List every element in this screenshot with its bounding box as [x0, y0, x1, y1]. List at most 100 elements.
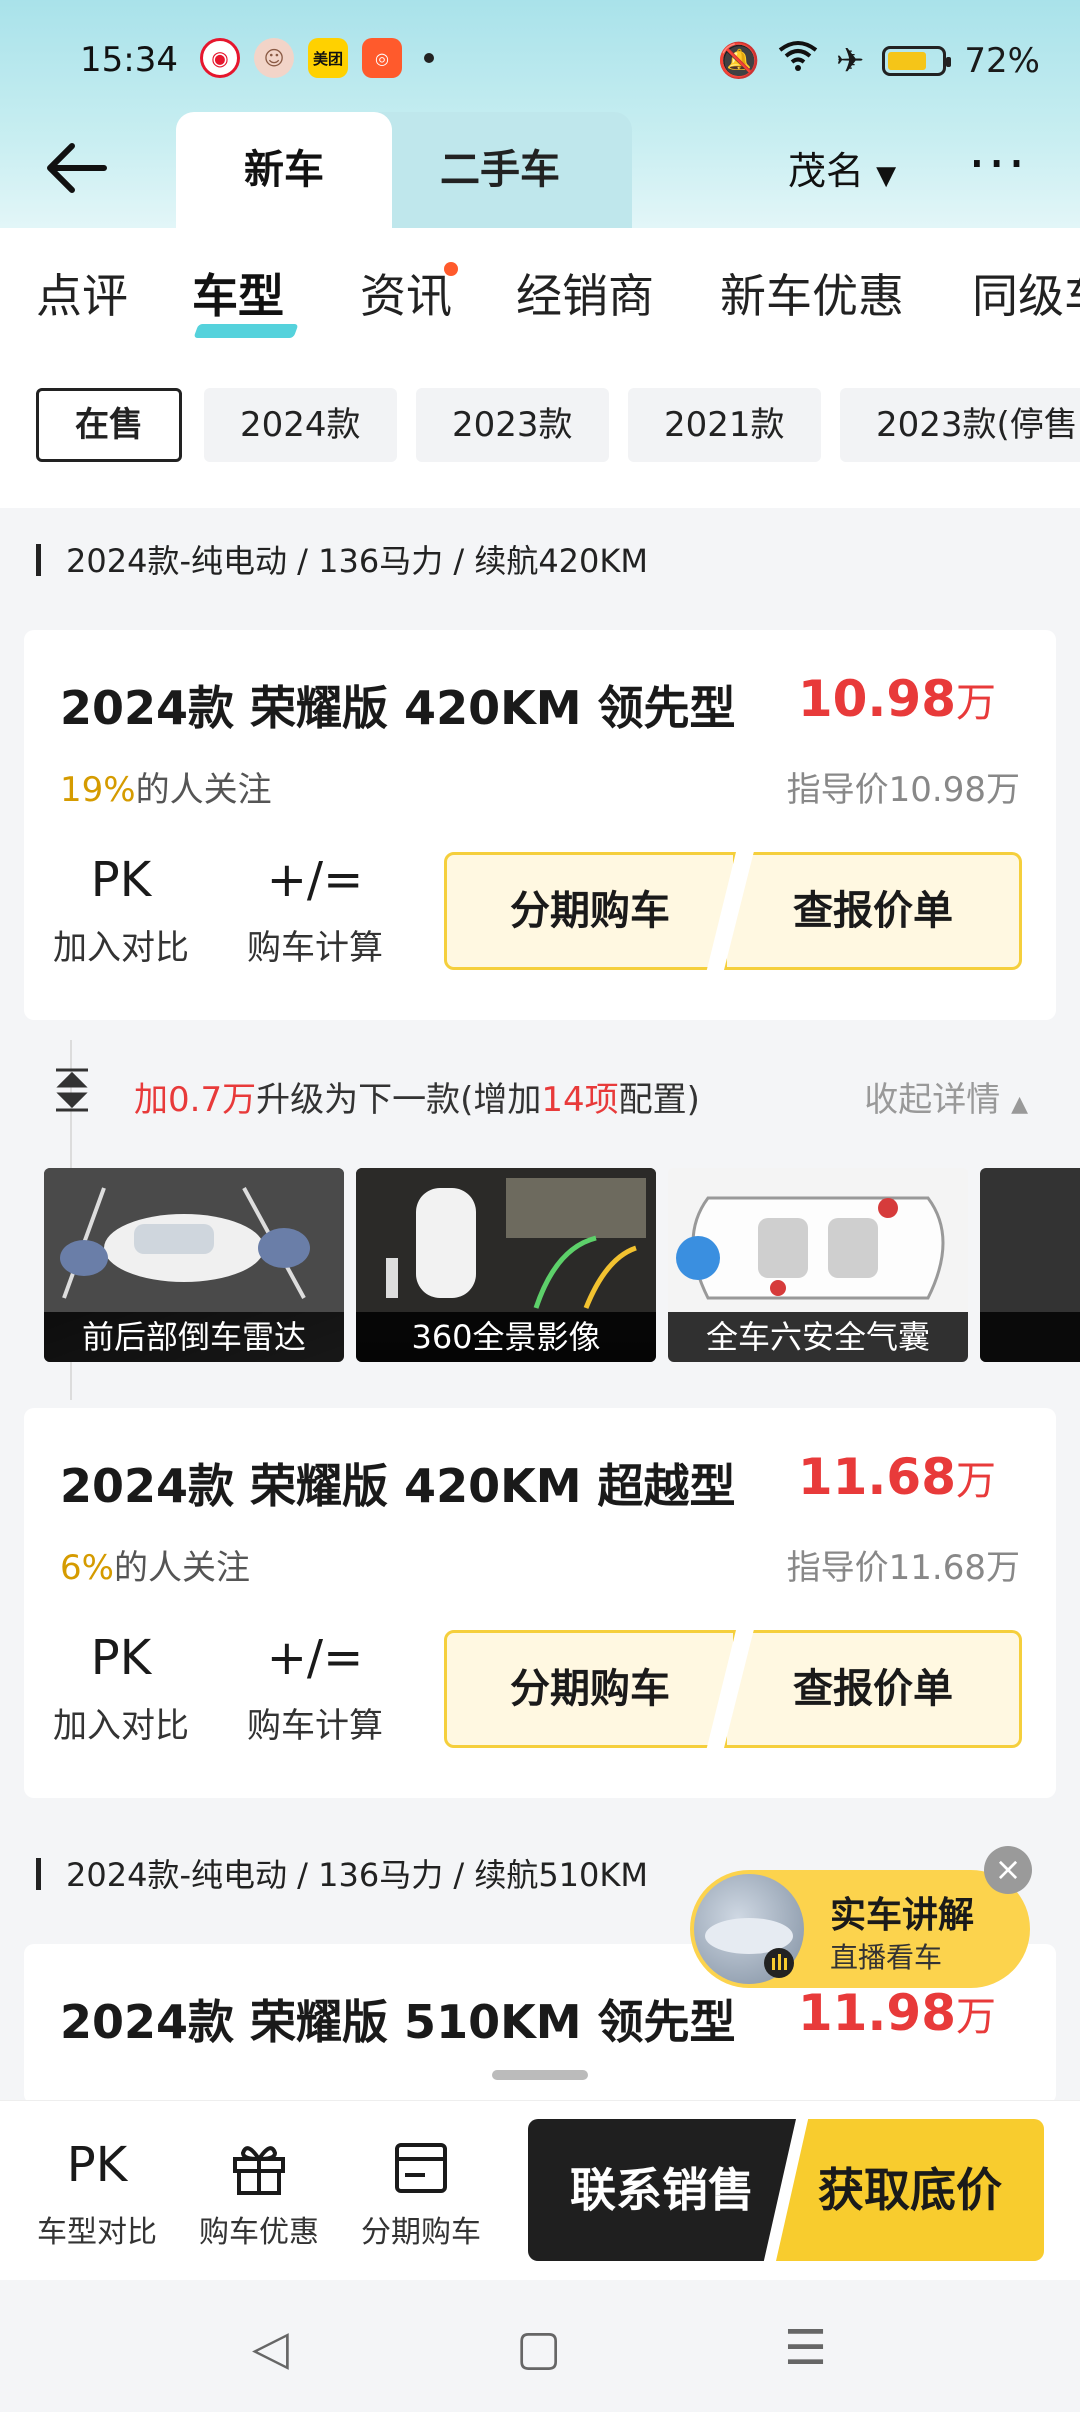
trim-name: 2024款 荣耀版 510KM 领先型 [60, 1995, 736, 2049]
section-title: 2024款-纯电动 / 136马力 / 续航510KM [36, 1850, 648, 1896]
add-compare-label: 加入对比 [53, 928, 189, 968]
more-menu-button[interactable]: ··· [968, 132, 1027, 197]
car-calculator-button[interactable]: +/= 购车计算 [240, 1630, 390, 1747]
nav-menu-icon[interactable]: ☰ [784, 2320, 827, 2376]
price-value: 11.68 [797, 1448, 956, 1506]
purchase-offers-label: 购车优惠 [199, 2215, 319, 2250]
avatar-icon: ☺ [254, 38, 294, 78]
add-compare-button[interactable]: PK 加入对比 [46, 852, 196, 969]
purchase-offers-button[interactable]: 购车优惠 [184, 2137, 334, 2251]
upgrade-hint: 加0.7万升级为下一款(增加14项配置) [134, 1072, 700, 1121]
get-quote-button[interactable]: 查报价单 [724, 1630, 1022, 1748]
header: 新车 二手车 茂名 ▼ ··· [0, 112, 1080, 228]
get-lowest-price-button[interactable]: 获取底价 [776, 2119, 1044, 2261]
status-bar: 15:34 ◉ ☺ 美团 ◎ 🔕 ✈ 72% [0, 30, 1080, 96]
trim-name: 2024款 荣耀版 420KM 超越型 [60, 1459, 736, 1513]
meituan-icon: 美团 [308, 38, 348, 78]
city-label: 茂名 [788, 149, 865, 193]
add-compare-button[interactable]: PK 加入对比 [46, 1630, 196, 1747]
nav-back-icon[interactable]: ◁ [252, 2320, 289, 2376]
trim-price: 11.68万 [798, 1448, 996, 1506]
installment-button[interactable]: 分期购车 [444, 1630, 736, 1748]
attention-percent: 19% [60, 770, 136, 810]
parking-radar-image [44, 1168, 344, 1312]
upgrade-feature-count: 14项 [541, 1080, 619, 1120]
feature-thumbnail[interactable] [980, 1168, 1080, 1362]
mute-icon: 🔕 [717, 40, 760, 81]
bottom-action-bar: PK 车型对比 购车优惠 分期购车 联系销售 获取底价 [0, 2100, 1080, 2280]
feature-thumbnail[interactable]: 前后部倒车雷达 [44, 1168, 344, 1362]
live-car-thumbnail [694, 1874, 804, 1984]
scroll-handle[interactable] [492, 2070, 588, 2080]
xiaohongshu-icon: ◎ [362, 38, 402, 78]
city-selector[interactable]: 茂名 ▼ [788, 140, 896, 195]
trim-card[interactable]: 2024款 荣耀版 420KM 领先型 10.98万 19%的人关注 指导价10… [24, 630, 1056, 1020]
subnav: 点评 车型 资讯 经销商 新车优惠 同级车 [0, 240, 1080, 350]
price-unit: 万 [956, 680, 996, 726]
feature-thumbnail[interactable]: 全车六安全气囊 [668, 1168, 968, 1362]
nav-home-icon[interactable]: ▢ [516, 2320, 561, 2376]
add-compare-label: 加入对比 [53, 1706, 189, 1746]
feature-caption-partial [980, 1312, 1080, 1362]
filter-2023-discontinued[interactable]: 2023款(停售) [840, 388, 1080, 462]
subnav-review[interactable]: 点评 [36, 260, 128, 326]
attention-percent: 6% [60, 1548, 114, 1588]
get-quote-button[interactable]: 查报价单 [724, 852, 1022, 970]
guide-price: 指导价11.68万 [786, 1548, 1020, 1588]
status-time: 15:34 [80, 40, 178, 80]
subnav-dealers[interactable]: 经销商 [516, 260, 654, 326]
filter-2021[interactable]: 2021款 [628, 388, 821, 462]
tab-used-car[interactable]: 二手车 [392, 112, 608, 228]
compare-models-label: 车型对比 [37, 2215, 157, 2250]
more-notifications-dot [424, 53, 434, 63]
trim-price: 11.98万 [798, 1984, 996, 2042]
live-banner-title: 实车讲解 [830, 1895, 975, 1936]
installment-purchase-button[interactable]: 分期购车 [346, 2137, 496, 2251]
filter-2023[interactable]: 2023款 [416, 388, 609, 462]
back-button[interactable] [44, 138, 114, 208]
subnav-models[interactable]: 车型 [192, 260, 284, 326]
airbag-image [668, 1168, 968, 1312]
guide-price: 指导价10.98万 [786, 770, 1020, 810]
car-calculator-label: 购车计算 [247, 1706, 383, 1746]
live-explain-banner[interactable]: 实车讲解 直播看车 [690, 1870, 1030, 1988]
price-unit: 万 [956, 1458, 996, 1504]
news-badge-dot [444, 262, 458, 276]
pk-icon: PK [66, 2137, 128, 2193]
trim-price: 10.98万 [798, 670, 996, 728]
close-icon[interactable]: × [984, 1846, 1032, 1894]
contact-sales-button[interactable]: 联系销售 [528, 2119, 796, 2261]
calculator-icon: +/= [266, 852, 364, 908]
filter-2024[interactable]: 2024款 [204, 388, 397, 462]
installment-purchase-label: 分期购车 [361, 2215, 481, 2250]
arrow-left-icon [47, 143, 107, 193]
subnav-news[interactable]: 资讯 [360, 260, 452, 326]
trim-card[interactable]: 2024款 荣耀版 420KM 超越型 11.68万 6%的人关注 指导价11.… [24, 1408, 1056, 1798]
feature-caption: 360全景影像 [356, 1312, 656, 1362]
price-unit: 万 [956, 1994, 996, 2040]
attention-label: 的人关注 [113, 1548, 250, 1588]
subnav-new-car-deals[interactable]: 新车优惠 [720, 260, 904, 326]
pk-icon: PK [90, 852, 152, 908]
feature-thumbnail[interactable]: 360全景影像 [356, 1168, 656, 1362]
caret-down-icon: ▼ [876, 161, 897, 191]
weibo-icon: ◉ [200, 38, 240, 78]
price-value: 10.98 [797, 670, 956, 728]
car-calculator-label: 购车计算 [247, 928, 383, 968]
wifi-icon [778, 40, 818, 81]
collapse-expand-icon [52, 1066, 92, 1123]
trim-name: 2024款 荣耀版 420KM 领先型 [60, 681, 736, 735]
collapse-details-button[interactable]: 收起详情 ▲ [864, 1072, 1028, 1121]
subnav-active-underline [193, 324, 299, 338]
attention-stat: 6%的人关注 [60, 1540, 250, 1589]
car-calculator-button[interactable]: +/= 购车计算 [240, 852, 390, 969]
tab-new-car[interactable]: 新车 [176, 112, 392, 228]
collapse-label: 收起详情 [864, 1080, 1001, 1120]
notification-icons: ◉ ☺ 美团 ◎ [200, 38, 434, 78]
subnav-similar-cars[interactable]: 同级车 [972, 260, 1080, 326]
live-banner-subtitle: 直播看车 [830, 1941, 943, 1974]
compare-models-button[interactable]: PK 车型对比 [22, 2137, 172, 2251]
installment-button[interactable]: 分期购车 [444, 852, 736, 970]
filter-on-sale[interactable]: 在售 [36, 388, 182, 462]
year-filters: 在售 2024款 2023款 2021款 2023款(停售) [36, 388, 1080, 462]
